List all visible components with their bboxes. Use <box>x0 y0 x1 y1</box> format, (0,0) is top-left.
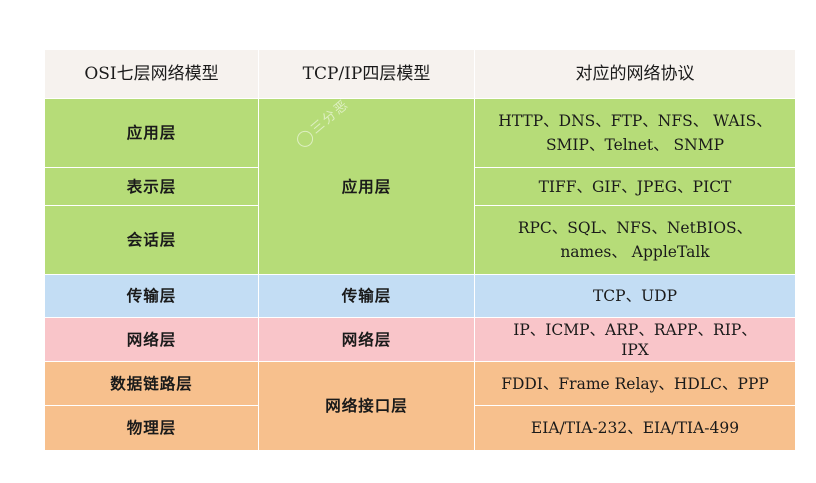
protocols-presentation: TIFF、GIF、JPEG、PICT <box>474 167 796 206</box>
tcpip-layer-network-interface: 网络接口层 <box>258 361 475 451</box>
protocols-network: IP、ICMP、ARP、RAPP、RIP、 IPX <box>474 317 796 362</box>
protocol-line: TCP、UDP <box>592 287 678 305</box>
osi-layer-presentation: 表示层 <box>44 167 259 206</box>
osi-layer-physical: 物理层 <box>44 405 259 451</box>
protocols-session: RPC、SQL、NFS、NetBIOS、 names、 AppleTalk <box>474 205 796 275</box>
protocols-application: HTTP、DNS、FTP、NFS、 WAIS、 SMIP、Telnet、 SNM… <box>474 98 796 168</box>
header-osi: OSI七层网络模型 <box>44 49 259 99</box>
protocol-line: TIFF、GIF、JPEG、PICT <box>538 177 732 196</box>
tcpip-layer-network: 网络层 <box>258 317 475 362</box>
protocol-line: SMIP、Telnet、 SNMP <box>545 136 725 154</box>
protocol-line: IP、ICMP、ARP、RAPP、RIP、 <box>513 320 757 339</box>
protocol-line: names、 AppleTalk <box>560 243 710 261</box>
protocol-line: RPC、SQL、NFS、NetBIOS、 <box>517 219 753 237</box>
protocol-line: FDDI、Frame Relay、HDLC、PPP <box>501 374 769 393</box>
protocol-line: EIA/TIA-232、EIA/TIA-499 <box>530 419 740 437</box>
header-protocols: 对应的网络协议 <box>474 49 796 99</box>
protocol-line: HTTP、DNS、FTP、NFS、 WAIS、 <box>498 112 772 130</box>
table-row: 数据链路层 网络接口层 FDDI、Frame Relay、HDLC、PPP <box>44 361 796 451</box>
table-header-row: OSI七层网络模型 TCP/IP四层模型 对应的网络协议 <box>44 49 796 99</box>
osi-layer-network: 网络层 <box>44 317 259 362</box>
protocols-datalink: FDDI、Frame Relay、HDLC、PPP <box>474 361 796 406</box>
table-row: 传输层 传输层 TCP、UDP <box>44 274 796 318</box>
tcpip-layer-application: 应用层 <box>258 98 475 275</box>
osi-tcpip-table: OSI七层网络模型 TCP/IP四层模型 对应的网络协议 应用层 应用层 HTT… <box>44 49 796 451</box>
osi-layer-application: 应用层 <box>44 98 259 168</box>
protocols-physical: EIA/TIA-232、EIA/TIA-499 <box>474 405 796 451</box>
osi-layer-datalink: 数据链路层 <box>44 361 259 406</box>
osi-layer-transport: 传输层 <box>44 274 259 318</box>
table-row: 应用层 应用层 HTTP、DNS、FTP、NFS、 WAIS、 SMIP、Tel… <box>44 98 796 275</box>
table-row: 网络层 网络层 IP、ICMP、ARP、RAPP、RIP、 IPX <box>44 317 796 362</box>
header-tcpip: TCP/IP四层模型 <box>258 49 475 99</box>
osi-layer-session: 会话层 <box>44 205 259 275</box>
tcpip-layer-transport: 传输层 <box>258 274 475 318</box>
protocol-line: IPX <box>621 340 649 359</box>
protocols-transport: TCP、UDP <box>474 274 796 318</box>
